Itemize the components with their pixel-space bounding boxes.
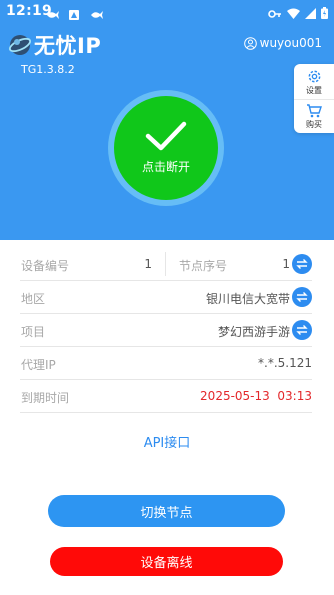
region-value: 银川电信大宽带 [205,292,290,306]
header-panel: 12:19 无忧IP TG1.3.8.2 wuyou001 设置 购买 点击断开 [0,0,334,240]
expire-label: 到期时间 [21,391,70,405]
api-link[interactable]: API接口 [0,432,334,451]
device-no-label: 设备编号 [21,259,70,273]
disconnect-button[interactable]: 点击断开 [114,96,218,200]
expire-value: 2025-05-13 03:13 [200,389,312,403]
username: wuyou001 [259,36,322,50]
signal-icon [305,4,316,23]
node-no-label: 节点序号 [179,259,228,273]
gear-icon [308,70,320,82]
checkmark-icon [145,121,187,151]
region-row: 地区 银川电信大宽带 [20,281,312,314]
region-label: 地区 [21,292,46,306]
connect-ring: 点击断开 [108,90,224,206]
battery-icon [321,4,328,23]
device-no-cell: 设备编号 1 [20,252,166,276]
project-label: 项目 [21,325,46,339]
app-version: TG1.3.8.2 [21,63,75,76]
app-notification-icon [68,5,82,20]
user-icon [243,36,257,50]
swap-arrows-icon [296,292,308,302]
settings-button[interactable]: 设置 [294,65,334,99]
buy-button[interactable]: 购买 [294,99,334,133]
user-account[interactable]: wuyou001 [243,36,322,50]
proxy-ip-row: 代理IP *.*.5.121 [20,347,312,380]
device-no-value: 1 [144,257,152,271]
cart-icon [307,103,322,117]
settings-label: 设置 [306,85,322,95]
project-value: 梦幻西游手游 [217,325,290,339]
status-bar: 12:19 [0,0,334,22]
expire-row: 到期时间 2025-05-13 03:13 [20,380,312,413]
switch-node-button[interactable]: 切换节点 [48,495,285,527]
app-logo: 无忧IP [8,30,101,60]
switch-project-button[interactable] [292,320,312,340]
proxy-ip-label: 代理IP [21,358,56,372]
swap-arrows-icon [296,325,308,335]
device-offline-button[interactable]: 设备离线 [50,547,283,576]
info-list: 设备编号 1 节点序号 1 地区 银川电信大宽带 项目 梦幻西游手游 代理IP … [20,248,312,413]
wifi-icon [287,4,300,23]
node-no-cell: 节点序号 1 [166,248,312,281]
switch-node-no-button[interactable] [292,254,312,274]
proxy-ip-value: *.*.5.121 [258,356,312,370]
vpn-key-icon [268,4,282,23]
app-name: 无忧IP [34,34,102,58]
fish-notification-icon-2 [90,5,104,19]
project-row: 项目 梦幻西游手游 [20,314,312,347]
side-menu: 设置 购买 [294,64,334,133]
fish-notification-icon [46,5,60,19]
device-node-row: 设备编号 1 节点序号 1 [20,248,312,281]
node-no-value: 1 [282,257,290,271]
switch-region-button[interactable] [292,287,312,307]
logo-globe-icon [8,35,32,55]
disconnect-label: 点击断开 [141,160,190,174]
swap-arrows-icon [296,259,308,269]
buy-label: 购买 [306,119,322,129]
